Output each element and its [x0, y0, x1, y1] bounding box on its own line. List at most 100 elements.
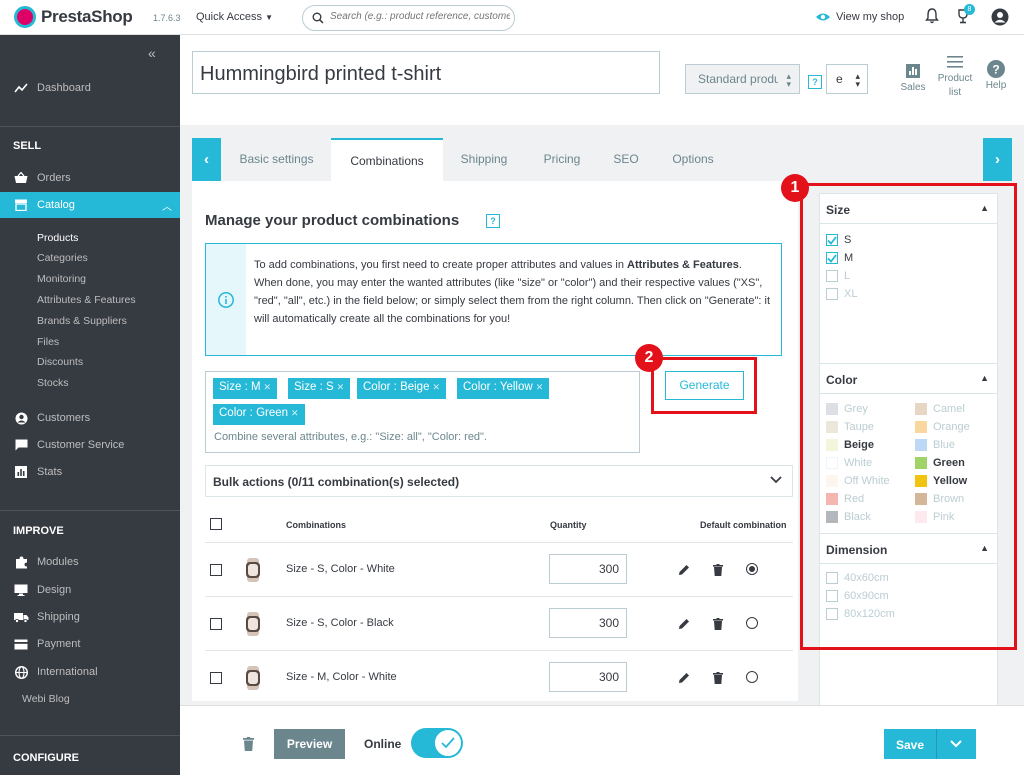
default-combination-radio[interactable]	[746, 563, 758, 575]
sidebar-item-payment[interactable]: Payment	[0, 631, 180, 657]
sidebar-section-configure: CONFIGURE	[13, 752, 79, 764]
combinations-help-icon[interactable]: ?	[486, 214, 500, 228]
trophy-icon[interactable]: 8	[955, 4, 975, 25]
sidebar-subitem-attributes-features[interactable]: Attributes & Features	[37, 294, 136, 306]
search-input[interactable]	[330, 11, 510, 22]
sidebar-item-catalog[interactable]: Catalog ︿	[0, 192, 180, 218]
sidebar-subitem-categories[interactable]: Categories	[37, 252, 88, 264]
tab-basic-settings[interactable]: Basic settings	[229, 138, 324, 181]
sidebar-item-label: Orders	[37, 172, 71, 184]
user-account-icon[interactable]	[991, 8, 1009, 26]
bell-icon[interactable]	[925, 8, 939, 24]
tabs-next-arrow[interactable]: ›	[983, 138, 1012, 181]
tab-seo[interactable]: SEO	[606, 138, 646, 181]
product-thumbnail	[246, 612, 260, 636]
remove-tag-icon[interactable]: ✕	[264, 382, 272, 392]
preview-button[interactable]: Preview	[274, 729, 345, 759]
attributes-tag-input[interactable]: Size : M ✕ Size : S ✕ Color : Beige ✕ Color…	[205, 371, 640, 453]
default-combination-radio[interactable]	[746, 671, 758, 683]
puzzle-icon	[13, 556, 29, 569]
trash-icon[interactable]	[713, 618, 723, 630]
trash-icon[interactable]	[713, 672, 723, 684]
generate-button[interactable]: Generate	[665, 371, 744, 400]
table-row: Size - S, Color - White 300	[205, 542, 793, 596]
sidebar-item-orders[interactable]: Orders	[0, 165, 180, 191]
remove-tag-icon[interactable]: ✕	[432, 382, 440, 392]
attribute-tag[interactable]: Color : Green ✕	[213, 404, 305, 425]
quick-access-menu[interactable]: Quick Access ▼	[196, 11, 273, 23]
save-button[interactable]: Save	[884, 729, 976, 759]
attribute-tag[interactable]: Color : Beige ✕	[357, 378, 447, 399]
quantity-input[interactable]: 300	[549, 608, 627, 638]
sidebar-item-design[interactable]: Design	[0, 577, 180, 603]
product-name-input[interactable]: Hummingbird printed t-shirt	[192, 51, 660, 94]
online-toggle[interactable]	[411, 728, 463, 758]
select-all-checkbox[interactable]	[210, 518, 222, 530]
tab-options[interactable]: Options	[662, 138, 724, 181]
trash-icon[interactable]	[713, 564, 723, 576]
product-type-select[interactable]: Standard product ▴▾	[685, 64, 800, 94]
sidebar-divider	[0, 735, 180, 736]
sidebar-subitem-monitoring[interactable]: Monitoring	[37, 273, 86, 285]
bulk-actions-bar[interactable]: Bulk actions (0/11 combination(s) select…	[205, 465, 793, 497]
search-box[interactable]	[302, 5, 515, 31]
sidebar-item-shipping[interactable]: Shipping	[0, 604, 180, 630]
tab-shipping[interactable]: Shipping	[449, 138, 519, 181]
help-button[interactable]: ? Help	[982, 60, 1010, 91]
sidebar-subitem-discounts[interactable]: Discounts	[37, 356, 83, 368]
attributes-features-link[interactable]: Attributes & Features	[627, 259, 739, 271]
pencil-icon[interactable]	[678, 564, 690, 576]
pencil-icon[interactable]	[678, 672, 690, 684]
sidebar-item-label: Payment	[37, 638, 81, 650]
combination-name[interactable]: Size - S, Color - Black	[286, 617, 394, 629]
table-row: Size - M, Color - White 300	[205, 650, 793, 705]
combination-name[interactable]: Size - M, Color - White	[286, 671, 397, 683]
quantity-input[interactable]: 300	[549, 662, 627, 692]
info-text: To add combinations, you first need to c…	[254, 256, 774, 328]
sidebar-item-customers[interactable]: Customers	[0, 405, 180, 431]
row-checkbox[interactable]	[210, 672, 222, 684]
remove-tag-icon[interactable]: ✕	[536, 382, 544, 392]
sidebar-subitem-products[interactable]: Products	[37, 232, 78, 244]
sidebar-subitem-brands-suppliers[interactable]: Brands & Suppliers	[37, 315, 127, 327]
online-label: Online	[364, 737, 402, 751]
row-checkbox[interactable]	[210, 618, 222, 630]
pencil-icon[interactable]	[678, 618, 690, 630]
attribute-tag[interactable]: Size : M ✕	[213, 378, 278, 399]
tag-label: Color : Green	[219, 407, 289, 419]
tabs-prev-arrow[interactable]: ‹	[192, 138, 221, 181]
view-my-shop-link[interactable]: View my shop	[815, 9, 904, 25]
sidebar-item-webi-blog[interactable]: Webi Blog	[22, 693, 70, 705]
sidebar-subitem-stocks[interactable]: Stocks	[37, 377, 69, 389]
sidebar-item-dashboard[interactable]: Dashboard	[0, 75, 180, 101]
sidebar-item-stats[interactable]: Stats	[0, 459, 180, 485]
language-select[interactable]: e ▴ ▾	[826, 64, 868, 94]
product-type-help-icon[interactable]: ?	[808, 75, 822, 89]
row-checkbox[interactable]	[210, 564, 222, 576]
prestashop-logo-icon[interactable]	[14, 6, 36, 28]
tab-pricing[interactable]: Pricing	[532, 138, 592, 181]
sidebar-item-international[interactable]: International	[0, 659, 180, 685]
combinations-table-header: Combinations Quantity Default combinatio…	[205, 512, 793, 538]
delete-product-trash-icon[interactable]	[243, 737, 254, 751]
attribute-tag[interactable]: Color : Yellow ✕	[457, 378, 550, 399]
sales-button[interactable]: Sales	[898, 60, 928, 93]
product-list-button[interactable]: Product list	[934, 56, 976, 98]
attribute-tag[interactable]: Size : S ✕	[288, 378, 351, 399]
tag-label: Size : M	[219, 381, 261, 393]
logo-text[interactable]: PrestaShop	[41, 7, 133, 27]
collapse-sidebar-icon[interactable]: «	[148, 45, 156, 61]
combination-name[interactable]: Size - S, Color - White	[286, 563, 395, 575]
bulk-actions-label: Bulk actions (0/11 combination(s) select…	[213, 475, 460, 489]
remove-tag-icon[interactable]: ✕	[337, 382, 345, 392]
globe-icon	[13, 665, 29, 679]
sidebar-item-modules[interactable]: Modules	[0, 549, 180, 575]
sidebar-item-customer-service[interactable]: Customer Service	[0, 432, 180, 458]
remove-tag-icon[interactable]: ✕	[291, 408, 299, 418]
sidebar-subitem-files[interactable]: Files	[37, 336, 59, 348]
quantity-input[interactable]: 300	[549, 554, 627, 584]
default-combination-radio[interactable]	[746, 617, 758, 629]
chevron-down-icon[interactable]	[950, 740, 962, 748]
chevron-down-icon[interactable]	[770, 476, 782, 484]
tab-combinations[interactable]: Combinations	[331, 138, 443, 181]
